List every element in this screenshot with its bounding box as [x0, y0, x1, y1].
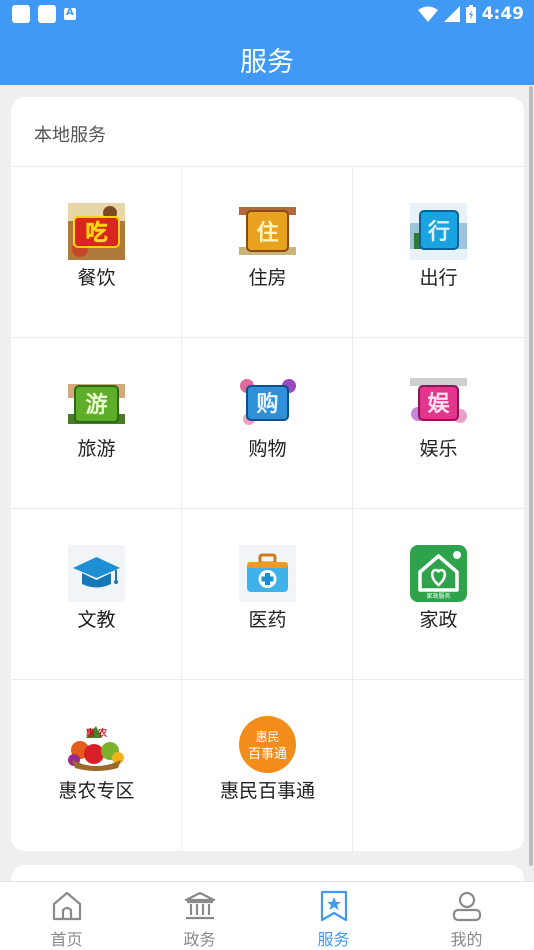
medical-kit-icon [239, 545, 296, 602]
service-label: 惠民百事通 [219, 780, 315, 802]
service-label: 医药 [248, 609, 287, 631]
service-item-education[interactable]: 文教 [11, 509, 182, 680]
nav-label: 我的 [450, 930, 483, 949]
service-label: 购物 [248, 438, 287, 460]
battery-icon [465, 5, 476, 23]
service-item-tourism[interactable]: 游 旅游 [11, 338, 182, 509]
travel-icon: 行 [410, 203, 467, 260]
bottom-navigation: 首页 政务 服务 我的 [0, 881, 534, 950]
section-title: 本地服务 [34, 125, 106, 146]
home-icon [52, 891, 81, 921]
service-item-housing[interactable]: 住 住房 [182, 167, 353, 338]
svg-text:游: 游 [85, 392, 107, 418]
svg-text:惠 农: 惠 农 [86, 727, 108, 739]
service-item-travel[interactable]: 行 出行 [353, 167, 524, 338]
clock: 4:49 [481, 4, 524, 24]
produce-basket-icon: 惠 农 [68, 716, 125, 773]
shopping-icon: 购 [239, 374, 296, 431]
service-item-dining[interactable]: 吃 餐饮 [11, 167, 182, 338]
nav-item-profile[interactable]: 我的 [400, 882, 533, 950]
svg-text:惠民: 惠民 [255, 730, 279, 744]
svg-text:家政服务: 家政服务 [426, 592, 450, 600]
service-label: 惠农专区 [58, 780, 135, 802]
svg-text:吃: 吃 [85, 220, 107, 246]
service-item-housekeeping[interactable]: 家政服务 家政 [353, 509, 524, 680]
service-label: 文教 [77, 609, 116, 631]
nav-label: 首页 [50, 930, 83, 949]
tourism-icon: 游 [68, 374, 125, 431]
user-icon [452, 891, 481, 922]
service-item-entertainment[interactable]: 娱 娱乐 [353, 338, 524, 509]
scrollbar[interactable] [529, 86, 533, 866]
home-heart-icon: 家政服务 [410, 545, 467, 602]
nav-item-government[interactable]: 政务 [133, 882, 266, 950]
status-bar: A 4:49 [0, 0, 534, 28]
svg-text:购: 购 [256, 391, 278, 417]
nav-label: 服务 [317, 930, 350, 949]
svg-text:百事通: 百事通 [248, 747, 287, 762]
svg-text:娱: 娱 [427, 392, 450, 417]
graduation-cap-icon [68, 545, 125, 602]
service-label: 旅游 [77, 438, 116, 460]
housing-icon: 住 [239, 203, 296, 260]
notification-icon [38, 5, 56, 23]
signal-icon [443, 6, 460, 22]
keyboard-icon: A [64, 7, 76, 20]
service-label: 家政 [419, 609, 458, 631]
nav-item-home[interactable]: 首页 [0, 882, 133, 950]
dining-icon: 吃 [68, 203, 125, 260]
svg-text:行: 行 [427, 219, 450, 245]
government-building-icon [184, 891, 215, 920]
service-item-shopping[interactable]: 购 购物 [182, 338, 353, 509]
service-label: 娱乐 [419, 438, 458, 460]
huimin-badge-icon: 惠民 百事通 [239, 716, 296, 773]
svg-text:住: 住 [256, 220, 278, 246]
bookmark-star-icon [320, 890, 347, 922]
notification-icon [12, 5, 30, 23]
service-item-medicine[interactable]: 医药 [182, 509, 353, 680]
nav-label: 政务 [183, 930, 216, 949]
wifi-icon [417, 6, 438, 22]
service-label: 住房 [248, 267, 287, 289]
service-item-agriculture[interactable]: 惠 农 惠农专区 [11, 680, 182, 851]
service-label: 餐饮 [77, 267, 116, 289]
service-item-huimin[interactable]: 惠民 百事通 惠民百事通 [182, 680, 353, 851]
page-title: 服务 [240, 47, 294, 78]
entertainment-icon: 娱 [410, 374, 467, 431]
nav-item-services[interactable]: 服务 [267, 882, 400, 950]
service-label: 出行 [419, 267, 458, 289]
service-grid: 吃 餐饮 住 住房 行 出行 游 旅游 购 购物 娱 娱乐 文教 医药 家政服务… [11, 167, 524, 851]
app-header: 服务 [0, 28, 534, 85]
local-services-card: 本地服务 吃 餐饮 住 住房 行 出行 游 旅游 购 购物 娱 娱乐 文教 医药… [11, 97, 524, 851]
